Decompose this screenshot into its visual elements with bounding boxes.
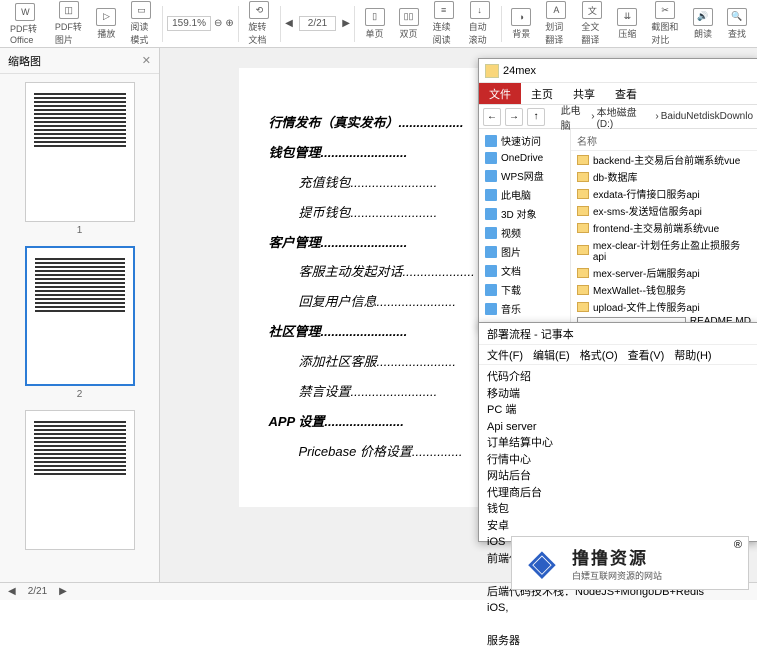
folder-icon — [577, 302, 589, 312]
single-page-button[interactable]: ▯单页 — [359, 6, 391, 42]
nav-item[interactable]: 文档 — [479, 261, 570, 280]
image-icon — [485, 246, 497, 258]
folder-icon — [577, 172, 589, 182]
status-prev-icon[interactable]: ◀ — [8, 586, 16, 597]
zoom-in-icon[interactable]: ⊕ — [225, 18, 233, 29]
close-icon[interactable]: ✕ — [142, 54, 151, 67]
page-indicator[interactable]: 2/21 — [299, 16, 336, 31]
auto-scroll-button[interactable]: ↓自动滚动 — [463, 0, 497, 48]
play-button[interactable]: ▷播放 — [90, 6, 122, 42]
nav-item[interactable]: 3D 对象 — [479, 204, 570, 223]
nav-item[interactable]: 图片 — [479, 242, 570, 261]
nav-item[interactable]: OneDrive — [479, 150, 570, 166]
zoom-value[interactable]: 159.1% — [167, 16, 211, 31]
double-page-button[interactable]: ▯▯双页 — [393, 6, 425, 42]
read-aloud-button[interactable]: 🔊朗读 — [687, 6, 719, 42]
thumbnail[interactable]: 1 — [25, 82, 135, 236]
folder-icon — [577, 268, 589, 278]
translate-full-button[interactable]: 文全文翻译 — [575, 0, 609, 48]
nav-item[interactable]: 此电脑 — [479, 185, 570, 204]
next-page-icon[interactable]: ▶ — [342, 18, 350, 29]
file-explorer-window[interactable]: 24mex 文件 主页 共享 查看 ← → ↑ 此电脑 › 本地磁盘 (D:) … — [478, 58, 757, 328]
file-item[interactable]: db-数据库 — [571, 168, 757, 185]
cloud-icon — [485, 152, 497, 164]
file-item[interactable]: backend-主交易后台前端系统vue — [571, 151, 757, 168]
back-button[interactable]: ← — [483, 108, 501, 126]
menu-help[interactable]: 帮助(H) — [674, 347, 711, 363]
video-icon — [485, 227, 497, 239]
file-item[interactable]: MexWallet--钱包服务 — [571, 281, 757, 298]
download-icon — [485, 284, 497, 296]
thumbnail[interactable] — [25, 410, 135, 550]
menu-view[interactable]: 查看(V) — [628, 347, 665, 363]
pdf-to-office-button[interactable]: WPDF转Office — [4, 1, 47, 47]
continuous-button[interactable]: ≡连续阅读 — [427, 0, 461, 48]
read-mode-button[interactable]: ▭阅读模式 — [124, 0, 158, 48]
wps-icon — [485, 170, 497, 182]
zoom-out-icon[interactable]: ⊖ — [214, 18, 222, 29]
brand-slogan: 白嫖互联网资源的网站 — [572, 569, 662, 582]
music-icon — [485, 303, 497, 315]
rotate-button[interactable]: ⟲旋转文档 — [242, 0, 276, 48]
folder-icon — [577, 223, 589, 233]
menu-edit[interactable]: 编辑(E) — [533, 347, 570, 363]
find-button[interactable]: 🔍查找 — [721, 6, 753, 42]
notepad-title: 部署流程 - 记事本 — [479, 323, 757, 345]
breadcrumb[interactable]: 此电脑 › 本地磁盘 (D:) › BaiduNetdiskDownlo — [549, 102, 753, 132]
nav-item[interactable]: 音乐 — [479, 299, 570, 318]
notepad-body[interactable]: 代码介绍 移动端 PC 端 Api server 订单结算中心 行情中心 网站后… — [479, 365, 757, 654]
file-item[interactable]: mex-server-后端服务api — [571, 264, 757, 281]
watermark-badge: ◈ 撸撸资源 白嫖互联网资源的网站 ® — [511, 536, 749, 590]
brand-logo-icon: ◈ — [520, 541, 564, 585]
file-item[interactable]: frontend-主交易前端系统vue — [571, 219, 757, 236]
column-header-name[interactable]: 名称 — [571, 131, 757, 151]
file-item[interactable]: upload-文件上传服务api — [571, 298, 757, 315]
prev-page-icon[interactable]: ◀ — [285, 18, 293, 29]
doc-icon — [485, 265, 497, 277]
thumbnail-sidebar: 缩略图 ✕ 12 — [0, 48, 160, 582]
nav-item[interactable]: 视频 — [479, 223, 570, 242]
star-icon — [485, 135, 497, 147]
background-button[interactable]: ◑背景 — [505, 6, 537, 42]
translate-sel-button[interactable]: A划词翻译 — [539, 0, 573, 48]
tab-file[interactable]: 文件 — [479, 83, 521, 104]
sidebar-title: 缩略图 — [8, 53, 41, 69]
file-item[interactable]: ex-sms-发送短信服务api — [571, 202, 757, 219]
explorer-title: 24mex — [503, 65, 536, 77]
compress-button[interactable]: ⇊压缩 — [611, 6, 643, 42]
menu-file[interactable]: 文件(F) — [487, 347, 523, 363]
forward-button[interactable]: → — [505, 108, 523, 126]
thumbnail[interactable]: 2 — [25, 246, 135, 400]
nav-item[interactable]: WPS网盘 — [479, 166, 570, 185]
folder-icon — [577, 155, 589, 165]
folder-icon — [577, 285, 589, 295]
folder-icon — [577, 245, 589, 255]
menu-format[interactable]: 格式(O) — [580, 347, 618, 363]
3d-icon — [485, 208, 497, 220]
notepad-window[interactable]: 部署流程 - 记事本 文件(F) 编辑(E) 格式(O) 查看(V) 帮助(H)… — [478, 322, 757, 542]
pdf-to-image-button[interactable]: ◫PDF转图片 — [49, 0, 89, 48]
up-button[interactable]: ↑ — [527, 108, 545, 126]
status-page: 2/21 — [28, 586, 47, 597]
pc-icon — [485, 189, 497, 201]
file-item[interactable]: exdata-行情接口服务api — [571, 185, 757, 202]
folder-icon — [577, 206, 589, 216]
crop-compare-button[interactable]: ✂截图和对比 — [645, 0, 685, 48]
nav-item[interactable]: 下载 — [479, 280, 570, 299]
folder-icon — [577, 189, 589, 199]
nav-item[interactable]: 快速访问 — [479, 131, 570, 150]
folder-icon — [549, 112, 559, 122]
file-item[interactable]: mex-clear-计划任务止盈止损服务api — [571, 236, 757, 264]
brand-name: 撸撸资源 — [572, 544, 662, 569]
registered-mark: ® — [734, 539, 742, 551]
main-toolbar: WPDF转Office ◫PDF转图片 ▷播放 ▭阅读模式 159.1% ⊖ ⊕… — [0, 0, 757, 48]
status-next-icon[interactable]: ▶ — [59, 586, 67, 597]
folder-icon — [485, 64, 499, 78]
